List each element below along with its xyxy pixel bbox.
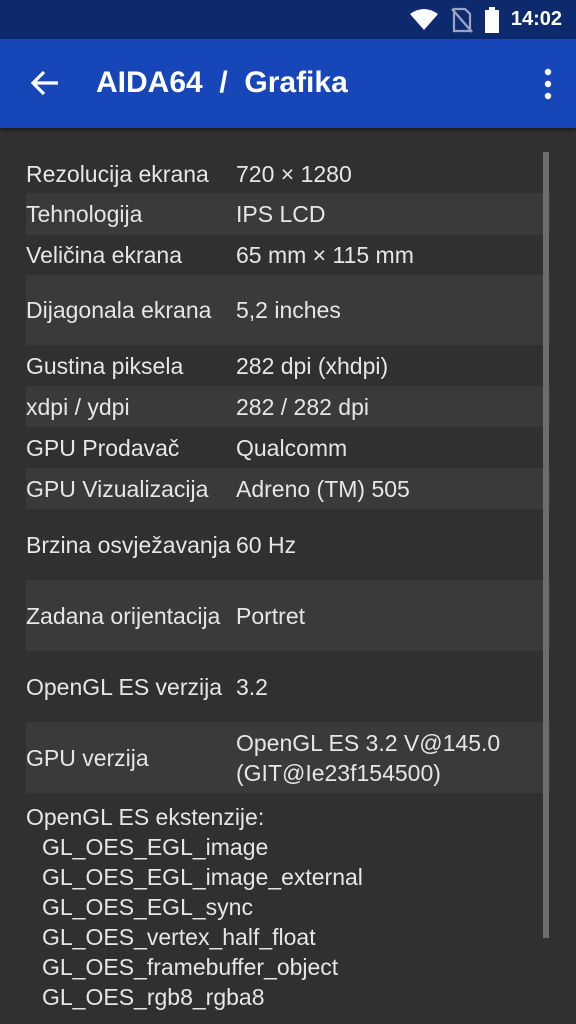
row-value: 282 / 282 dpi — [236, 393, 370, 420]
row-label: Gustina piksela — [26, 352, 184, 379]
status-icons: 14:02 — [409, 0, 562, 39]
row-value: 5,2 inches — [236, 297, 341, 323]
row-value: 65 mm × 115 mm — [236, 242, 414, 268]
row-value: OpenGL ES 3.2 V@145.0 (GIT@Ie23f154500) — [236, 729, 501, 786]
row-label: GPU verzija — [26, 744, 149, 771]
scrollbar[interactable] — [543, 152, 549, 938]
table-row: Brzina osvježavanja 60 Hz — [26, 509, 550, 580]
row-label: Veličina ekrana — [26, 242, 182, 268]
table-row: Gustina piksela 282 dpi (xhdpi) — [26, 345, 550, 386]
list-item: GL_OES_rgb8_rgba8 — [42, 984, 265, 1010]
table-row: Veličina ekrana 65 mm × 115 mm — [26, 235, 550, 275]
wifi-icon — [409, 8, 438, 30]
row-value: 60 Hz — [236, 531, 297, 558]
row-value: 282 dpi (xhdpi) — [236, 352, 389, 379]
row-value: 720 × 1280 — [236, 161, 352, 187]
table-row: xdpi / ydpi 282 / 282 dpi — [26, 386, 550, 427]
list-item: GL_OES_EGL_sync — [42, 894, 253, 920]
battery-icon — [484, 6, 499, 33]
list-item: GL_OES_framebuffer_object — [42, 954, 339, 980]
table-row: Zadana orijentacija Portret — [26, 580, 550, 651]
row-value: Adreno (TM) 505 — [236, 475, 410, 502]
row-label: Zadana orijentacija — [26, 602, 221, 629]
table-row: GPU Prodavač Qualcomm — [26, 427, 550, 468]
row-label: xdpi / ydpi — [26, 393, 130, 420]
row-label: Tehnologija — [26, 201, 143, 227]
row-label: OpenGL ES verzija — [26, 673, 223, 700]
no-sim-icon — [450, 7, 473, 33]
row-label: Dijagonala ekrana — [26, 297, 212, 323]
row-value: 3.2 — [236, 673, 268, 700]
row-value: Qualcomm — [236, 434, 348, 461]
app-bar: AIDA64 / Grafika — [0, 39, 576, 128]
clock: 14:02 — [510, 8, 562, 30]
extensions-list: OpenGL ES ekstenzije: GL_OES_EGL_image G… — [26, 802, 550, 1012]
table-row: GPU Vizualizacija Adreno (TM) 505 — [26, 468, 550, 509]
table-row: Tehnologija IPS LCD — [26, 193, 550, 235]
table-row: Dijagonala ekrana 5,2 inches — [26, 275, 550, 345]
status-bar: 14:02 — [0, 0, 576, 39]
row-label: Rezolucija ekrana — [26, 161, 209, 187]
back-arrow-icon[interactable] — [28, 66, 62, 100]
list-item: GL_OES_EGL_image_external — [42, 864, 363, 890]
list-item: GL_OES_vertex_half_float — [42, 924, 316, 950]
overflow-menu-icon[interactable] — [542, 68, 554, 100]
extensions-heading: OpenGL ES ekstenzije: — [26, 804, 265, 830]
row-value: Portret — [236, 602, 306, 629]
content-area[interactable]: Rezolucija ekrana 720 × 1280 Tehnologija… — [0, 128, 576, 1024]
table-row: OpenGL ES verzija 3.2 — [26, 651, 550, 722]
list-item: GL_OES_EGL_image — [42, 834, 269, 860]
row-label: Brzina osvježavanja — [26, 531, 231, 558]
row-label: GPU Vizualizacija — [26, 475, 209, 502]
page-title: AIDA64 / Grafika — [96, 66, 348, 99]
info-table: Rezolucija ekrana 720 × 1280 Tehnologija… — [26, 155, 550, 793]
table-row: GPU verzija OpenGL ES 3.2 V@145.0 (GIT@I… — [26, 722, 550, 793]
row-label: GPU Prodavač — [26, 434, 180, 461]
row-value: IPS LCD — [236, 201, 326, 227]
table-row: Rezolucija ekrana 720 × 1280 — [26, 155, 550, 193]
